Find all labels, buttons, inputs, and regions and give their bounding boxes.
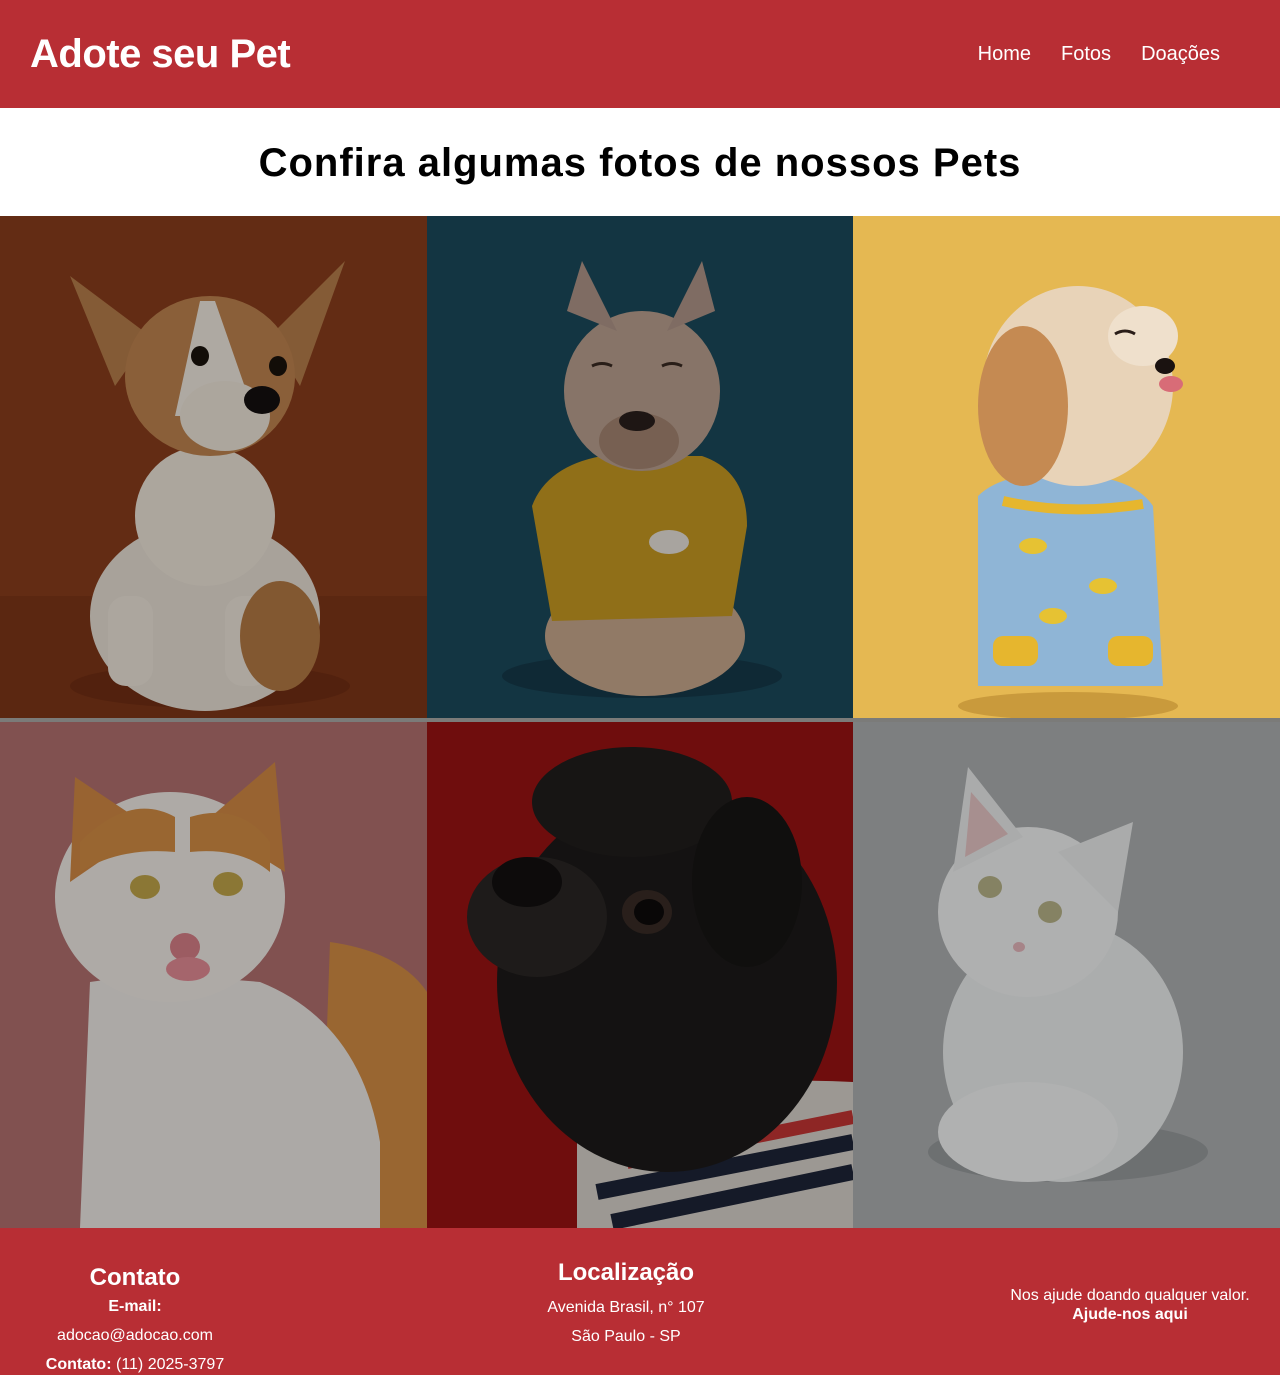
site-logo[interactable]: Adote seu Pet [30, 30, 291, 78]
footer-donate: Nos ajude doando qualquer valor. Ajude-n… [1010, 1286, 1250, 1324]
location-title: Localização [557, 1259, 695, 1286]
email-label: E-mail: [108, 1298, 162, 1315]
email-value: adocao@adocao.com [57, 1327, 213, 1344]
footer-location: Localização Avenida Brasil, n° 107 São P… [520, 1259, 732, 1351]
phone-value: (11) 2025-3797 [115, 1356, 225, 1373]
page-title: Confira algumas fotos de nossos Pets [258, 141, 1022, 185]
photo-corgi-puppy [0, 216, 427, 718]
photo-french-bulldog [427, 216, 853, 718]
phone-label: Contato: [45, 1356, 112, 1373]
main-nav: Home Fotos Doações [978, 42, 1220, 66]
donate-link[interactable]: Ajude-nos aqui [1010, 1305, 1250, 1324]
nav-doacoes-link[interactable]: Doações [1141, 42, 1220, 66]
photo-white-cat [853, 722, 1280, 1228]
pet-gallery [0, 216, 1280, 1228]
photo-orange-white-cat [0, 722, 427, 1228]
donate-text: Nos ajude doando qualquer valor. [1010, 1287, 1250, 1304]
nav-home-link[interactable]: Home [978, 42, 1031, 66]
location-address: Avenida Brasil, n° 107 [547, 1299, 705, 1316]
site-header: Adote seu Pet Home Fotos Doações [0, 0, 1280, 108]
nav-fotos-link[interactable]: Fotos [1061, 42, 1111, 66]
site-footer: Contato E-mail: adocao@adocao.com Contat… [0, 1228, 1280, 1375]
contact-title: Contato [89, 1264, 181, 1291]
contact-email: E-mail: adocao@adocao.com [30, 1292, 240, 1350]
photo-black-pug [427, 722, 853, 1228]
location-city: São Paulo - SP [571, 1328, 681, 1345]
footer-contact: Contato E-mail: adocao@adocao.com Contat… [30, 1264, 240, 1379]
photo-shih-tzu [853, 216, 1280, 718]
